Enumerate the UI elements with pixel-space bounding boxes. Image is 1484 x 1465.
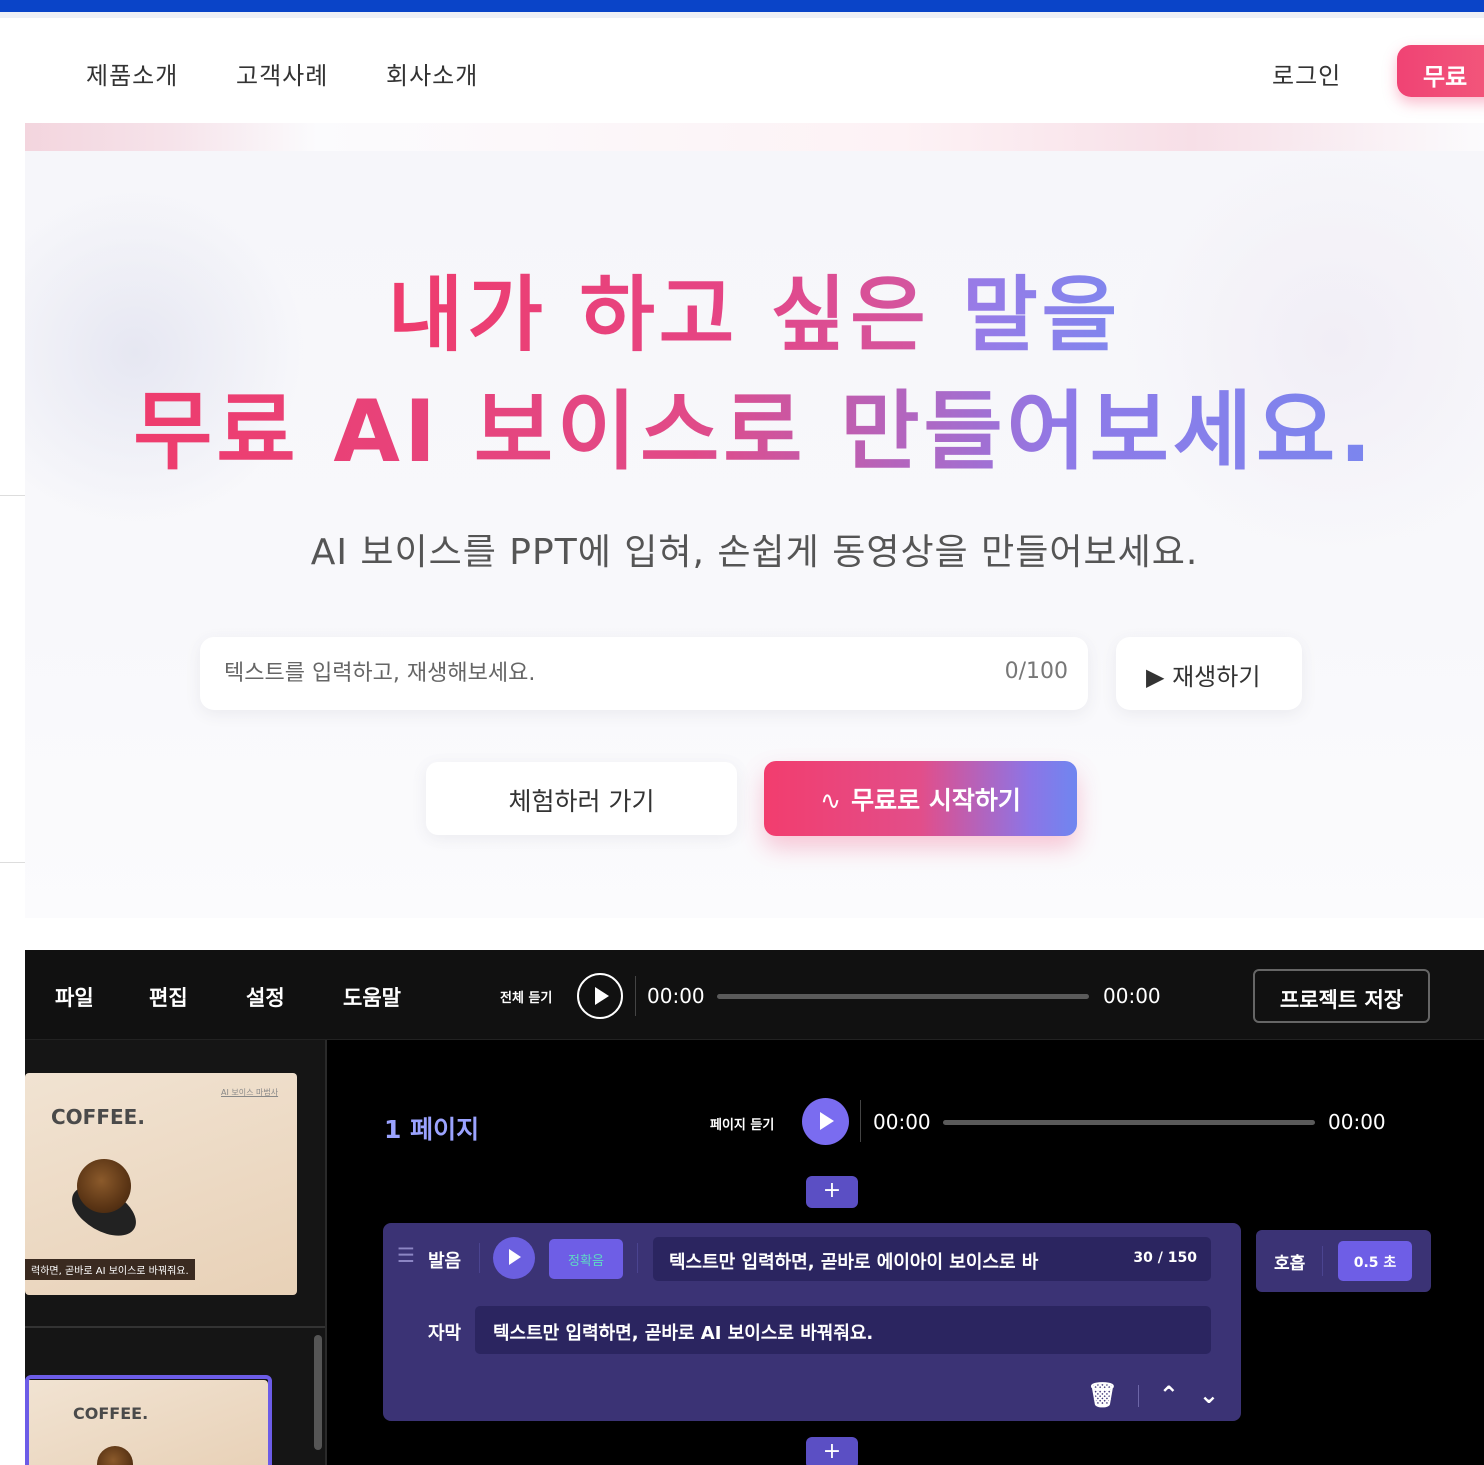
separator bbox=[637, 1243, 638, 1273]
slide-title: COFFEE. bbox=[51, 1105, 145, 1129]
editor-menubar: 파일 편집 설정 도움말 전체 듣기 00:00 00:00 프로젝트 저장 bbox=[25, 950, 1484, 1040]
listen-all-label: 전체 듣기 bbox=[500, 991, 553, 1006]
free-start-button-top[interactable]: 무료 bbox=[1397, 45, 1484, 97]
menu-file[interactable]: 파일 bbox=[55, 982, 94, 1012]
page-listen-label: 페이지 듣기 bbox=[710, 1118, 775, 1133]
chevron-down-icon[interactable]: ⌄ bbox=[1199, 1381, 1219, 1409]
block-tools: 🗑 ⌃ ⌄ bbox=[1067, 1381, 1219, 1409]
add-block-button[interactable]: + bbox=[806, 1176, 858, 1208]
slide-divider bbox=[25, 1326, 325, 1328]
free-start-label: 무료로 시작하기 bbox=[851, 786, 1021, 815]
free-start-button[interactable]: ∿ 무료로 시작하기 bbox=[764, 761, 1077, 836]
menu-settings[interactable]: 설정 bbox=[246, 982, 285, 1012]
slide-scrollbar[interactable] bbox=[314, 1335, 322, 1450]
navbar: 제품소개 고객사례 회사소개 로그인 무료 bbox=[0, 18, 1484, 123]
hero-section: 내가 하고 싶은 말을 무료 AI 보이스로 만들어보세요. AI 보이스를 P… bbox=[25, 123, 1484, 918]
tts-input-box[interactable]: 0/100 bbox=[200, 637, 1088, 710]
hero-subtitle: AI 보이스를 PPT에 입혀, 손쉽게 동영상을 만들어보세요. bbox=[310, 532, 1199, 573]
time-end: 00:00 bbox=[1103, 984, 1161, 1008]
play-button[interactable]: ▶ 재생하기 bbox=[1116, 637, 1302, 710]
side-divider bbox=[0, 862, 25, 863]
menu-edit[interactable]: 편집 bbox=[149, 982, 188, 1012]
subtitle-text-field[interactable]: 텍스트만 입력하면, 곧바로 AI 보이스로 바꿔줘요. bbox=[475, 1306, 1211, 1354]
separator bbox=[635, 976, 636, 1016]
nav-item-products[interactable]: 제품소개 bbox=[86, 56, 178, 91]
chevron-up-icon[interactable]: ⌃ bbox=[1159, 1381, 1179, 1409]
timeline-track[interactable] bbox=[717, 994, 1089, 999]
subtitle-label: 자막 bbox=[428, 1323, 462, 1344]
slide-list-panel: COFFEE. AI 보이스 마법사 력하면, 곧바로 AI 보이스로 바꿔줘요… bbox=[25, 1040, 327, 1465]
separator bbox=[1322, 1246, 1323, 1276]
slide-thumbnail[interactable]: COFFEE. AI 보이스 마법사 력하면, 곧바로 AI 보이스로 바꿔줘요… bbox=[25, 1073, 297, 1295]
hero-title-line1: 내가 하고 싶은 말을 bbox=[25, 275, 1484, 357]
page-time-end: 00:00 bbox=[1328, 1110, 1386, 1134]
selected-slide-outline bbox=[25, 1375, 272, 1465]
nav-item-customers[interactable]: 고객사례 bbox=[236, 56, 328, 91]
play-all-icon[interactable] bbox=[577, 973, 623, 1019]
pronunciation-count: 30 / 150 bbox=[1133, 1250, 1197, 1266]
breath-value[interactable]: 0.5 초 bbox=[1338, 1241, 1412, 1281]
time-start: 00:00 bbox=[647, 984, 705, 1008]
voice-block-card: ☰ 발음 정확음 텍스트만 입력하면, 곧바로 에이아이 보이스로 바 30 /… bbox=[383, 1223, 1241, 1421]
pronunciation-text-field[interactable]: 텍스트만 입력하면, 곧바로 에이아이 보이스로 바 30 / 150 bbox=[653, 1237, 1211, 1281]
editor-preview: 파일 편집 설정 도움말 전체 듣기 00:00 00:00 프로젝트 저장 C… bbox=[25, 950, 1484, 1465]
separator bbox=[860, 1100, 861, 1142]
nav-item-company[interactable]: 회사소개 bbox=[386, 56, 478, 91]
slide-mini-text: AI 보이스 마법사 bbox=[221, 1088, 279, 1097]
page-time-start: 00:00 bbox=[873, 1110, 931, 1134]
try-button[interactable]: 체험하러 가기 bbox=[426, 762, 737, 835]
breath-label: 호흡 bbox=[1274, 1254, 1306, 1274]
add-block-button[interactable]: + bbox=[806, 1437, 858, 1465]
hero-title-part: 무료 AI 보이스로 만들어보세요. bbox=[133, 382, 1376, 482]
tts-text-input[interactable] bbox=[224, 657, 924, 689]
coffee-cup-icon bbox=[77, 1159, 131, 1213]
voice-tag[interactable]: 정확음 bbox=[549, 1239, 623, 1279]
save-project-button[interactable]: 프로젝트 저장 bbox=[1253, 969, 1430, 1023]
hero-title-part: 내가 하고 싶은 bbox=[387, 268, 963, 363]
menu-help[interactable]: 도움말 bbox=[343, 982, 401, 1012]
breath-control: 호흡 0.5 초 bbox=[1256, 1230, 1431, 1292]
hero-title-part: 말을 bbox=[962, 268, 1122, 363]
side-divider bbox=[0, 495, 25, 496]
drag-handle-icon[interactable]: ☰ bbox=[397, 1243, 415, 1267]
waveform-icon: ∿ bbox=[820, 786, 842, 815]
hero-title-line2: 무료 AI 보이스로 만들어보세요. bbox=[25, 389, 1484, 475]
slide-caption: 력하면, 곧바로 AI 보이스로 바꿔줘요. bbox=[25, 1259, 195, 1280]
top-accent-bar bbox=[0, 0, 1484, 12]
login-link[interactable]: 로그인 bbox=[1272, 56, 1341, 91]
block-play-icon[interactable] bbox=[493, 1237, 535, 1279]
page-title: 1 페이지 bbox=[384, 1115, 480, 1144]
pronunciation-label: 발음 bbox=[428, 1251, 462, 1272]
separator bbox=[1137, 1385, 1139, 1407]
page-play-icon[interactable] bbox=[802, 1098, 849, 1145]
trash-icon[interactable]: 🗑 bbox=[1087, 1381, 1117, 1409]
char-counter: 0/100 bbox=[1004, 659, 1068, 684]
separator bbox=[479, 1243, 480, 1273]
pronunciation-text: 텍스트만 입력하면, 곧바로 에이아이 보이스로 바 bbox=[669, 1252, 1039, 1273]
page-timeline-track[interactable] bbox=[943, 1120, 1315, 1125]
